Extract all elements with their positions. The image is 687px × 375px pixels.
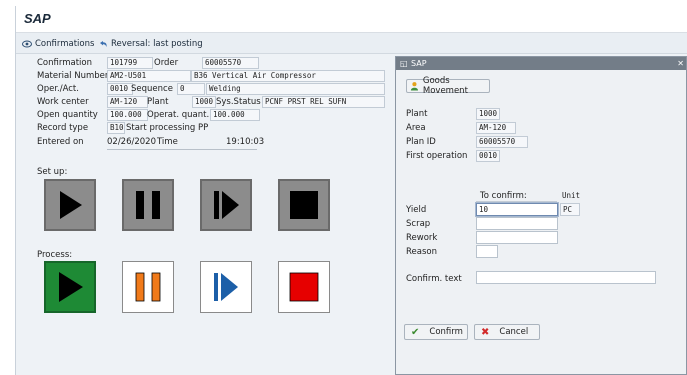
reversal-label: Reversal: last posting [111,38,203,49]
stop-icon [290,191,318,219]
to-confirm-header: To confirm: [480,191,527,201]
dialog-title-bar: ◱ SAP ✕ [396,57,686,70]
pause-icon [135,272,161,302]
sequence-field[interactable]: 0 [177,83,205,95]
workcenter-label: Work center [37,97,89,107]
rework-input[interactable] [476,231,558,244]
recordtype-description: Start processing PP [126,123,209,133]
time-value: 19:10:03 [226,137,265,147]
setup-start-button[interactable] [44,179,96,231]
pause-icon [136,191,160,219]
yield-label: Yield [406,205,427,215]
operact-label: Oper./Act. [37,84,79,94]
operation-description: Welding [206,83,385,95]
material-label: Material Number [37,71,109,81]
check-icon: ✔ [411,326,420,338]
process-start-button[interactable] [44,261,96,313]
dialog-title: SAP [411,59,427,68]
cancel-button[interactable]: ✖ Cancel [474,324,540,340]
dlg-firstop-field: 0010 [476,150,500,162]
dlg-planid-field: 60005570 [476,136,528,148]
undo-icon [100,40,107,47]
dlg-plant-field: 1000 [476,108,500,120]
confirm-button[interactable]: ✔ Confirm [404,324,468,340]
continue-icon [214,273,238,301]
yield-input[interactable]: 10 [475,202,559,217]
scrap-label: Scrap [406,219,431,229]
process-label: Process: [37,250,73,260]
recordtype-field[interactable]: B10 [107,122,125,134]
process-stop-button[interactable] [278,261,330,313]
sequence-label: Sequence [131,84,173,94]
enteredon-label: Entered on [37,137,84,147]
order-label: Order [154,58,179,68]
dlg-planid-label: Plan ID [406,137,436,147]
confirmations-label: Confirmations [35,38,95,49]
plant-field[interactable]: 1000 [192,96,216,108]
rework-label: Rework [406,233,438,243]
operqty-field: 100.000 [210,109,260,121]
process-pause-button[interactable] [122,261,174,313]
unit-field[interactable]: PC [560,203,580,216]
play-icon [59,272,83,302]
confirmations-button[interactable]: Confirmations [22,37,94,50]
confirmation-dialog: ◱ SAP ✕ Goods Movement Plant 1000 Area A… [395,56,687,375]
cancel-x-icon: ✖ [481,326,490,338]
user-icon [410,82,418,91]
eye-icon [22,40,32,47]
continue-icon [214,191,239,219]
header-underline [476,201,557,202]
operqty-label: Operat. quant. [147,110,210,120]
recordtype-label: Record type [37,123,89,133]
reason-input[interactable] [476,245,498,258]
dlg-area-label: Area [406,123,426,133]
entered-underline [107,149,257,150]
time-label: Time [157,137,178,147]
dlg-firstop-label: First operation [406,151,468,161]
dlg-plant-label: Plant [406,109,428,119]
material-field[interactable]: AM2-U501 [107,70,191,82]
confirmation-field[interactable]: 101799 [107,57,153,69]
sysstatus-label: Sys.Status [216,97,261,107]
title-bar: SAP [16,6,687,33]
scrap-input[interactable] [476,217,558,230]
order-field[interactable]: 60005570 [202,57,259,69]
confirm-text-label: Confirm. text [406,274,462,284]
toolbar: Confirmations Reversal: last posting [16,33,687,54]
reversal-button[interactable]: Reversal: last posting [98,37,203,50]
material-description: B36 Vertical Air Compressor [191,70,385,82]
openqty-label: Open quantity [37,110,98,120]
sysstatus-field: PCNF PRST REL SUFN [262,96,385,108]
dlg-area-field: AM-120 [476,122,516,134]
setup-label: Set up: [37,167,68,177]
window-icon: ◱ [400,59,408,68]
operact-field[interactable]: 0010 [107,83,133,95]
confirm-text-input[interactable] [476,271,656,284]
play-icon [60,191,82,219]
goods-movement-button[interactable]: Goods Movement [406,76,490,96]
setup-stop-button[interactable] [278,179,330,231]
close-icon[interactable]: ✕ [677,57,684,70]
process-continue-button[interactable] [200,261,252,313]
plant-label: Plant [147,97,169,107]
enteredon-value: 02/26/2020 [107,137,156,147]
reason-label: Reason [406,247,437,257]
setup-pause-button[interactable] [122,179,174,231]
openqty-field: 100.000 [107,109,148,121]
setup-continue-button[interactable] [200,179,252,231]
stop-icon [289,272,319,302]
workcenter-field[interactable]: AM-120 [107,96,148,108]
app-title: SAP [24,11,51,26]
confirmation-label: Confirmation [37,58,92,68]
unit-header: Unit [562,191,581,200]
